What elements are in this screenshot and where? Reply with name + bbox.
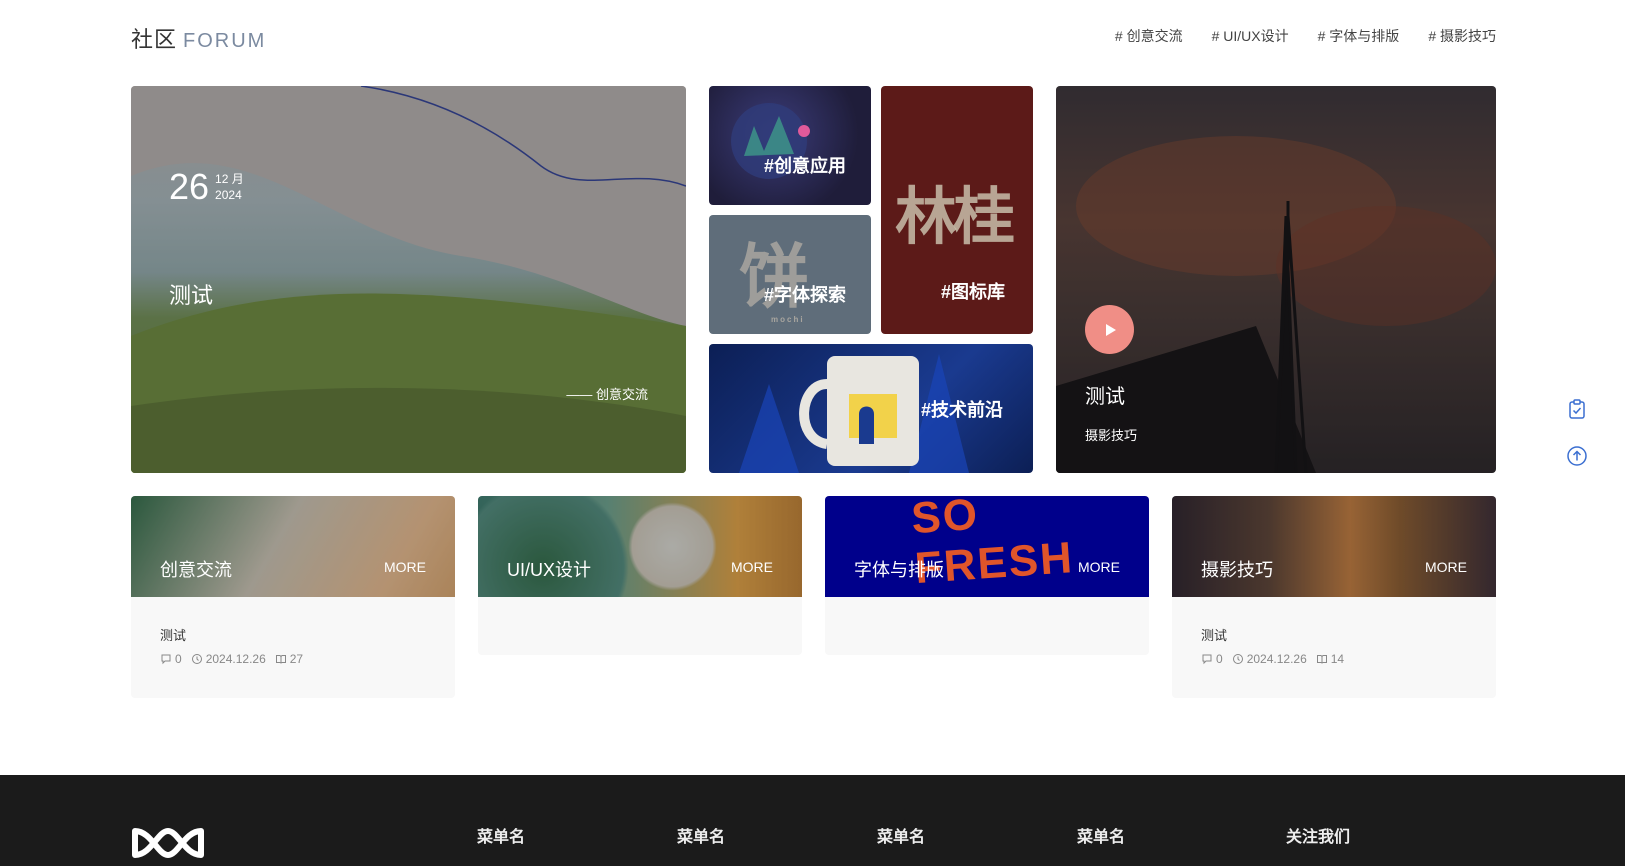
tile-label: #图标库 <box>941 282 1006 302</box>
featured-post-category[interactable]: —— 创意交流 <box>566 384 648 403</box>
post-date-value: 2024.12.26 <box>205 652 266 666</box>
tile-icon-library[interactable]: 林桂 #图标库 <box>881 86 1033 334</box>
post-meta: 0 2024.12.26 14 <box>1201 652 1467 666</box>
view-count: 27 <box>275 652 303 666</box>
post-date: 26 12 月 2024 <box>169 166 244 208</box>
category-header[interactable]: SO FRESH 字体与排版 MORE <box>825 496 1149 597</box>
category-name: 字体与排版 <box>854 560 944 580</box>
clock-icon <box>191 654 202 664</box>
video-post-category[interactable]: 摄影技巧 <box>1085 425 1137 444</box>
comment-count: 0 <box>160 652 182 666</box>
nav-item-photography[interactable]: # 摄影技巧 <box>1428 26 1496 46</box>
category-card-photography: 摄影技巧 MORE 测试 0 2024.12.26 14 <box>1172 496 1496 698</box>
play-button[interactable] <box>1085 305 1134 354</box>
category-name: 创意交流 <box>160 560 232 580</box>
date-day: 26 <box>169 166 210 207</box>
footer-menu-4[interactable]: 菜单名 <box>1077 823 1125 847</box>
date-month: 12 月 <box>215 172 244 186</box>
logo-en: FORUM <box>183 30 267 52</box>
video-overlay <box>1056 86 1496 473</box>
back-to-top-button[interactable] <box>1566 445 1588 467</box>
date-year: 2024 <box>215 188 242 202</box>
more-link[interactable]: MORE <box>384 559 426 575</box>
book-icon <box>275 655 286 664</box>
tile-font-explore[interactable]: 饼 mochi #字体探索 <box>709 215 871 334</box>
category-header[interactable]: UI/UX设计 MORE <box>478 496 802 597</box>
footer-menu-1[interactable]: 菜单名 <box>477 823 525 847</box>
top-nav: # 创意交流 # UI/UX设计 # 字体与排版 # 摄影技巧 <box>1115 26 1496 46</box>
nav-item-typography[interactable]: # 字体与排版 <box>1318 26 1400 46</box>
post-meta: 0 2024.12.26 27 <box>160 652 426 666</box>
footer-menu-2[interactable]: 菜单名 <box>677 823 725 847</box>
featured-post-title[interactable]: 测试 <box>169 278 213 310</box>
logo-cn: 社区 <box>131 27 178 52</box>
post-list: 测试 0 2024.12.26 14 <box>1172 597 1496 688</box>
category-card-creative: 创意交流 MORE 测试 0 2024.12.26 27 <box>131 496 455 698</box>
site-header: 社区 FORUM # 创意交流 # UI/UX设计 # 字体与排版 # 摄影技巧 <box>131 18 1496 54</box>
tile-label: #技术前沿 <box>920 399 1003 420</box>
post-title[interactable]: 测试 <box>160 625 426 644</box>
tile-creative-apps[interactable]: #创意应用 <box>709 86 871 205</box>
creative-apps-art <box>731 103 810 179</box>
nav-item-creative[interactable]: # 创意交流 <box>1115 26 1183 46</box>
post-date: 2024.12.26 <box>1232 652 1307 666</box>
clipboard-check-button[interactable] <box>1566 398 1588 420</box>
footer-logo[interactable] <box>131 823 205 863</box>
footer-menu-3[interactable]: 菜单名 <box>877 823 925 847</box>
category-header[interactable]: 摄影技巧 MORE <box>1172 496 1496 597</box>
clock-icon <box>1232 654 1243 664</box>
tile-label: #字体探索 <box>763 284 846 305</box>
view-count-value: 14 <box>1330 652 1345 666</box>
play-icon <box>1105 323 1116 336</box>
comment-count-value: 0 <box>175 652 182 666</box>
video-post-title[interactable]: 测试 <box>1085 380 1125 409</box>
more-link[interactable]: MORE <box>1078 559 1120 575</box>
post-date-value: 2024.12.26 <box>1246 652 1307 666</box>
comment-count: 0 <box>1201 652 1223 666</box>
date-month-year: 12 月 2024 <box>215 171 244 203</box>
typography-deco: SO FRESH <box>909 496 1076 594</box>
more-link[interactable]: MORE <box>1425 559 1467 575</box>
category-card-uiux: UI/UX设计 MORE <box>478 496 802 655</box>
comment-count-value: 0 <box>1216 652 1223 666</box>
site-logo[interactable]: 社区 FORUM <box>131 22 266 54</box>
tile-tech-frontier[interactable]: #技术前沿 <box>709 344 1033 473</box>
post-list: 测试 0 2024.12.26 27 <box>131 597 455 688</box>
book-icon <box>1316 655 1327 664</box>
category-card-typography: SO FRESH 字体与排版 MORE <box>825 496 1149 655</box>
category-name: 摄影技巧 <box>1201 560 1273 580</box>
icon-library-glyph: 林桂 <box>895 183 1015 252</box>
nav-item-uiux[interactable]: # UI/UX设计 <box>1212 26 1289 46</box>
view-count-value: 27 <box>289 652 304 666</box>
font-deco-glyph: 饼 <box>739 238 809 316</box>
video-post-card[interactable]: 测试 摄影技巧 <box>1056 86 1496 473</box>
post-title[interactable]: 测试 <box>1201 625 1467 644</box>
arrow-up-circle-icon <box>1567 446 1587 466</box>
clipboard-check-icon <box>1569 399 1585 419</box>
font-deco-text: mochi <box>771 315 805 324</box>
more-link[interactable]: MORE <box>731 559 773 575</box>
category-name: UI/UX设计 <box>507 560 592 580</box>
post-date: 2024.12.26 <box>191 652 266 666</box>
category-header[interactable]: 创意交流 MORE <box>131 496 455 597</box>
hero-overlay <box>131 86 686 473</box>
footer-follow-us[interactable]: 关注我们 <box>1286 823 1350 847</box>
comment-icon <box>161 654 171 665</box>
site-footer: 菜单名 菜单名 菜单名 菜单名 关注我们 <box>0 775 1625 866</box>
tile-label: #创意应用 <box>763 155 846 176</box>
view-count: 14 <box>1316 652 1344 666</box>
featured-post-card[interactable]: 26 12 月 2024 测试 —— 创意交流 <box>131 86 686 473</box>
comment-icon <box>1202 654 1212 665</box>
